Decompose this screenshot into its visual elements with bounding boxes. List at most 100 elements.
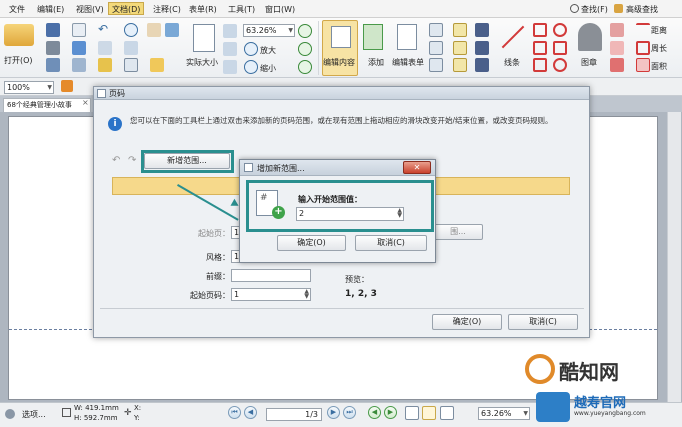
- actual-size-icon[interactable]: [193, 24, 215, 52]
- color-swatch-icon[interactable]: [61, 80, 73, 92]
- back-view-icon[interactable]: ◀: [368, 406, 381, 419]
- dialog-cancel-button[interactable]: 取消(C): [508, 314, 578, 330]
- add-icon[interactable]: [363, 24, 383, 50]
- camera-icon[interactable]: [165, 23, 179, 37]
- single-page-icon[interactable]: [405, 406, 419, 420]
- circle-icon[interactable]: [553, 23, 567, 37]
- menu-view[interactable]: 视图(V): [73, 3, 107, 16]
- advanced-find-button[interactable]: 高级查找: [626, 3, 658, 16]
- first-page-icon[interactable]: ⏮: [228, 406, 241, 419]
- reflow-icon[interactable]: [298, 60, 312, 74]
- zoom-out-icon[interactable]: [244, 60, 258, 74]
- text-field-icon[interactable]: [429, 23, 443, 37]
- rectangle-icon[interactable]: [533, 58, 547, 72]
- range-button[interactable]: 围...: [433, 224, 483, 240]
- radio-icon[interactable]: [429, 58, 443, 72]
- print-icon[interactable]: [46, 41, 60, 55]
- edit-form-label[interactable]: 编辑表单: [392, 57, 424, 68]
- options-button[interactable]: 选项...: [22, 409, 46, 420]
- page-number-field[interactable]: 1/3: [266, 408, 322, 421]
- status-zoom-combo[interactable]: 63.26% ▼: [478, 407, 530, 420]
- perimeter-icon[interactable]: [636, 41, 650, 55]
- document-tab[interactable]: 68个经典管理小故事: [3, 98, 91, 112]
- text-tool-icon[interactable]: [453, 23, 467, 37]
- sound-icon[interactable]: [475, 58, 489, 72]
- fit-width-icon[interactable]: [223, 42, 237, 56]
- stepper-icon[interactable]: ▲ ▼: [397, 208, 402, 219]
- facing-page-icon[interactable]: [440, 406, 454, 420]
- highlight-icon[interactable]: [150, 58, 164, 72]
- zoom-out-label[interactable]: 缩小: [260, 63, 276, 74]
- undo-icon[interactable]: ↶: [112, 155, 120, 166]
- next-page-icon[interactable]: ▶: [327, 406, 340, 419]
- vertical-scrollbar[interactable]: [667, 112, 681, 402]
- cloud-icon[interactable]: [553, 58, 567, 72]
- attach-icon[interactable]: [475, 41, 489, 55]
- lines-label[interactable]: 线条: [504, 57, 520, 68]
- find-button[interactable]: 查找(F): [581, 3, 608, 16]
- add-range-cancel-button[interactable]: 取消(C): [355, 235, 427, 251]
- menu-tools[interactable]: 工具(T): [225, 3, 258, 16]
- email-icon[interactable]: [72, 23, 86, 37]
- stepper-icon[interactable]: ▲ ▼: [304, 289, 309, 300]
- zoom-in-label[interactable]: 放大: [260, 45, 276, 56]
- pencil-icon[interactable]: [610, 23, 624, 37]
- stamp-icon[interactable]: [578, 23, 602, 51]
- open-button-label[interactable]: 打开(O): [4, 55, 33, 66]
- menu-edit[interactable]: 编辑(E): [34, 3, 67, 16]
- text-select-icon[interactable]: [124, 41, 138, 55]
- properties-icon[interactable]: [72, 41, 86, 55]
- select-icon[interactable]: [98, 58, 112, 72]
- dialog-ok-button[interactable]: 确定(O): [432, 314, 502, 330]
- gear-icon[interactable]: [5, 409, 15, 419]
- checkbox-icon[interactable]: [429, 41, 443, 55]
- rotate-icon[interactable]: [298, 42, 312, 56]
- callout-icon[interactable]: [453, 58, 467, 72]
- add-label[interactable]: 添加: [368, 57, 384, 68]
- area-label[interactable]: 面积: [651, 61, 667, 72]
- distance-label[interactable]: 距离: [651, 25, 667, 36]
- last-page-icon[interactable]: ⏭: [343, 406, 356, 419]
- line-tool-icon[interactable]: [500, 24, 525, 50]
- pin-icon[interactable]: [475, 23, 489, 37]
- back-icon[interactable]: [124, 23, 138, 37]
- snapshot-icon[interactable]: [98, 41, 112, 55]
- arrow-tool-icon[interactable]: [533, 23, 547, 37]
- textbox-icon[interactable]: [453, 41, 467, 55]
- edit-form-icon[interactable]: [397, 24, 417, 50]
- add-range-ok-button[interactable]: 确定(O): [277, 235, 346, 251]
- menu-file[interactable]: 文件: [6, 3, 28, 16]
- fit-visible-icon[interactable]: [223, 60, 237, 74]
- zoom-combo[interactable]: 63.26% ▼: [243, 24, 295, 37]
- menu-comment[interactable]: 注释(C): [150, 3, 184, 16]
- close-button[interactable]: ✕: [403, 161, 431, 174]
- open-folder-icon[interactable]: [4, 24, 34, 46]
- hand-icon[interactable]: [147, 23, 161, 37]
- start-number-field[interactable]: 1 ▲ ▼: [231, 288, 311, 301]
- polygon-icon[interactable]: [553, 41, 567, 55]
- zoom-plus-icon[interactable]: [298, 24, 312, 38]
- tab-close-icon[interactable]: ×: [82, 98, 89, 107]
- highlight-area-icon[interactable]: [610, 58, 624, 72]
- page-fit-icon[interactable]: [223, 24, 237, 38]
- stamp-label[interactable]: 图章: [581, 57, 597, 68]
- menu-form[interactable]: 表单(R): [186, 3, 220, 16]
- area-icon[interactable]: [636, 58, 650, 72]
- edit-content-label[interactable]: 编辑内容: [323, 57, 355, 68]
- forward-view-icon[interactable]: ▶: [384, 406, 397, 419]
- copy-icon[interactable]: [72, 58, 86, 72]
- pentagon-icon[interactable]: [533, 41, 547, 55]
- zoom-in-icon[interactable]: [244, 42, 258, 56]
- eraser-icon[interactable]: [610, 41, 624, 55]
- menu-window[interactable]: 窗口(W): [262, 3, 298, 16]
- scan-icon[interactable]: [46, 58, 60, 72]
- distance-icon[interactable]: [636, 23, 650, 37]
- typewriter-icon[interactable]: [124, 58, 138, 72]
- redo-icon[interactable]: ↷: [128, 155, 136, 166]
- save-icon[interactable]: [46, 23, 60, 37]
- menu-document[interactable]: 文档(D): [108, 2, 145, 15]
- secondary-zoom-combo[interactable]: 100% ▼: [4, 81, 54, 94]
- prev-page-icon[interactable]: ◀: [244, 406, 257, 419]
- actual-size-label[interactable]: 实际大小: [186, 57, 218, 68]
- perimeter-label[interactable]: 周长: [651, 43, 667, 54]
